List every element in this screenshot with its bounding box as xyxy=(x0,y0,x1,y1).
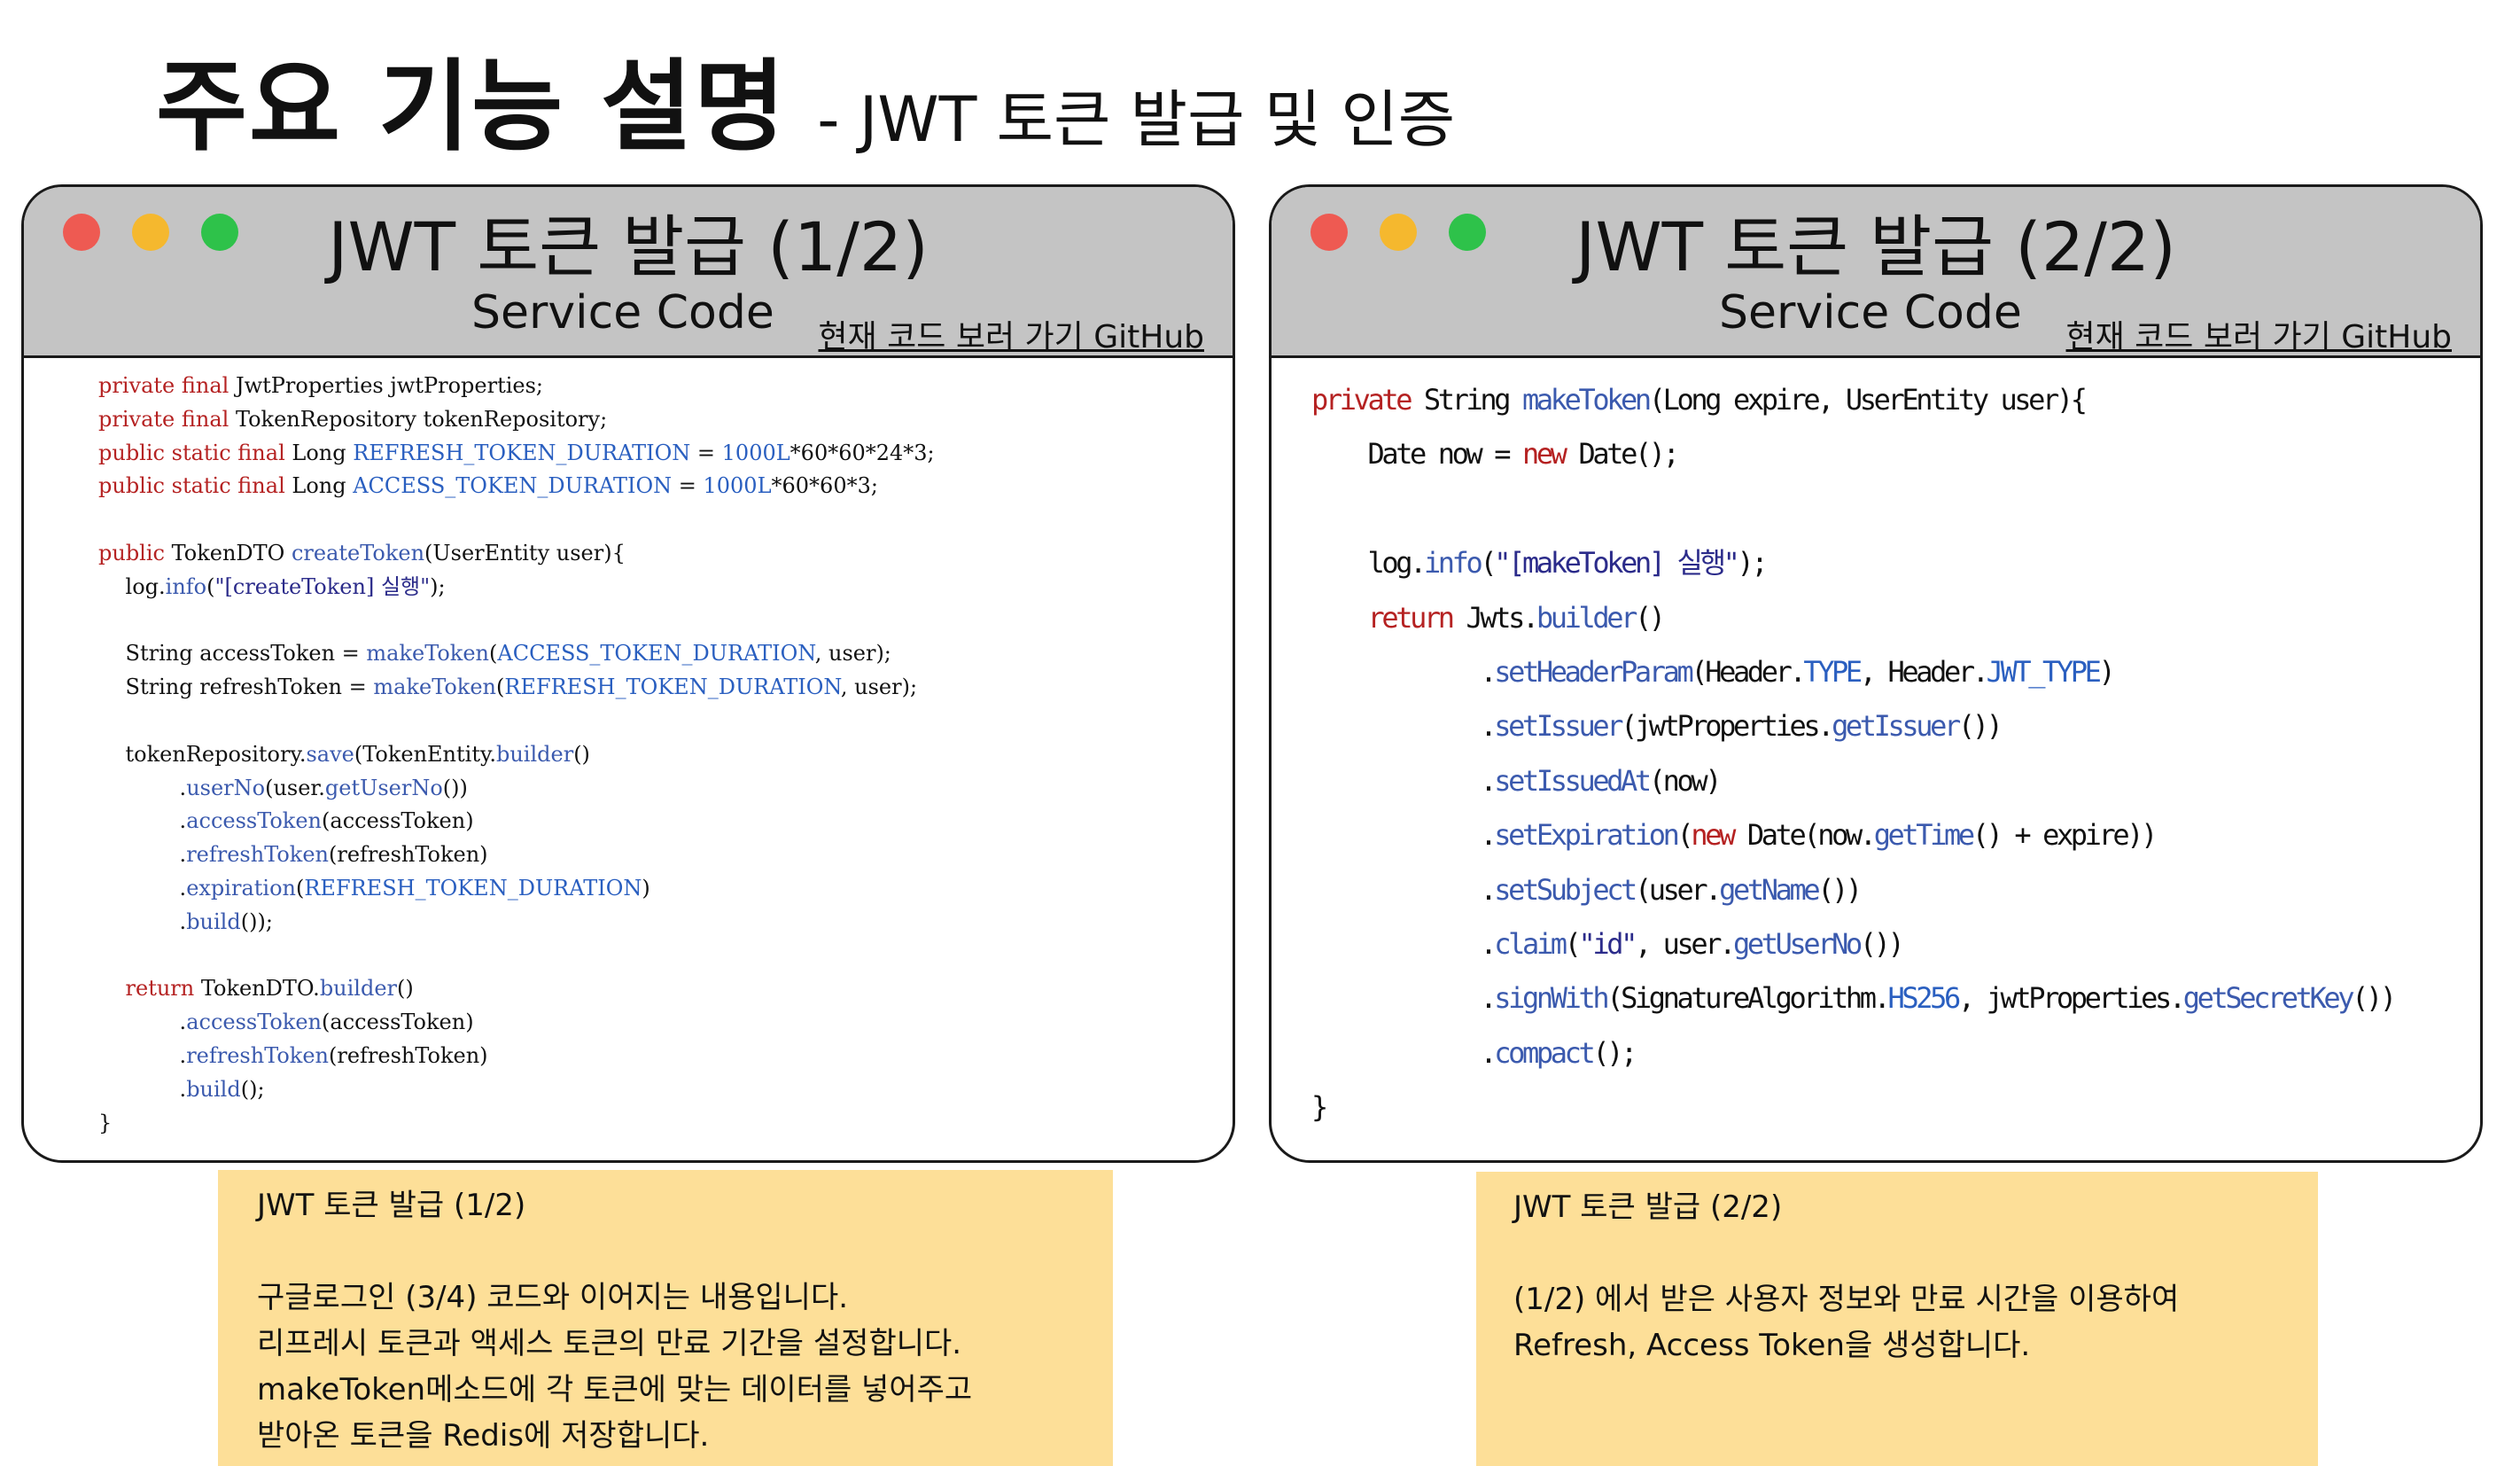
code-line: .accessToken(accessToken) xyxy=(98,808,474,834)
code-line: log.info("[createToken] 실행"); xyxy=(98,573,446,599)
code-line: .expiration(REFRESH_TOKEN_DURATION) xyxy=(98,875,650,901)
code-line: .build(); xyxy=(98,1076,265,1102)
window-titlebar: JWT 토큰 발급 (1/2) Service Code 현재 코드 보러 가기… xyxy=(24,187,1233,358)
note-line: 구글로그인 (3/4) 코드와 이어지는 내용입니다. xyxy=(257,1280,849,1315)
note-line: (1/2) 에서 받은 사용자 정보와 만료 시간을 이용하여 xyxy=(1513,1282,2180,1317)
code-line: return Jwts.builder() xyxy=(1367,600,1666,635)
slide-title-subtitle: - JWT 토큰 발급 및 인증 xyxy=(817,83,1456,156)
github-link[interactable]: 현재 코드 보러 가기 GitHub xyxy=(2066,311,2453,357)
code-block: private String makeToken(Long expire, Us… xyxy=(1272,361,2480,1160)
note-line: 리프레시 토큰과 액세스 토큰의 만료 기간을 설정합니다. xyxy=(257,1326,962,1361)
code-window-left: JWT 토큰 발급 (1/2) Service Code 현재 코드 보러 가기… xyxy=(21,184,1235,1163)
code-line: return TokenDTO.builder() xyxy=(125,976,414,1002)
note-box-right: JWT 토큰 발급 (2/2) (1/2) 에서 받은 사용자 정보와 만료 시… xyxy=(1476,1172,2318,1466)
code-line: public static final Long ACCESS_TOKEN_DU… xyxy=(98,473,878,499)
code-line: public static final Long REFRESH_TOKEN_D… xyxy=(98,440,935,465)
window-titlebar: JWT 토큰 발급 (2/2) Service Code 현재 코드 보러 가기… xyxy=(1272,187,2480,358)
code-line: ​ xyxy=(98,940,1233,973)
code-line: String refreshToken = makeToken(REFRESH_… xyxy=(98,675,918,700)
code-line: .setSubject(user.getName()) xyxy=(1311,872,1863,907)
code-window-right: JWT 토큰 발급 (2/2) Service Code 현재 코드 보러 가기… xyxy=(1269,184,2483,1163)
github-link[interactable]: 현재 코드 보러 가기 GitHub xyxy=(819,311,1205,357)
code-line: } xyxy=(1311,1090,1328,1125)
code-line: .refreshToken(refreshToken) xyxy=(98,1042,488,1068)
code-line: ​ xyxy=(98,604,1233,638)
code-line: log.info("[makeToken] 실행"); xyxy=(1311,546,1768,581)
code-line: .claim("id", user.getUserNo()) xyxy=(1311,927,1904,962)
note-line: Refresh, Access Token을 생성합니다. xyxy=(1513,1328,2031,1363)
code-line: .setHeaderParam(Header.TYPE, Header.JWT_… xyxy=(1311,655,2115,690)
code-line: ​ xyxy=(98,503,1233,537)
code-line: String accessToken = makeToken(ACCESS_TO… xyxy=(98,641,891,667)
note-line: makeToken메소드에 각 토큰에 맞는 데이터를 넣어주고 xyxy=(257,1372,973,1408)
code-line: .setIssuer(jwtProperties.getIssuer()) xyxy=(1311,709,2003,744)
code-line: .userNo(user.getUserNo()) xyxy=(98,775,468,800)
slide-title-main: 주요 기능 설명 xyxy=(156,50,788,165)
code-line: .setExpiration(new Date(now.getTime() + … xyxy=(1311,818,2158,853)
code-line: tokenRepository.save(TokenEntity.builder… xyxy=(98,741,590,767)
code-line: private String makeToken(Long expire, Us… xyxy=(1311,383,2088,417)
code-line: .setIssuedAt(now) xyxy=(1311,763,1722,798)
code-line: .build()); xyxy=(98,908,273,934)
slide-title: 주요 기능 설명 - JWT 토큰 발급 및 인증 xyxy=(156,27,1455,165)
window-title: JWT 토큰 발급 (2/2) xyxy=(1575,207,2176,286)
note-line: 받아온 토큰을 Redis에 저장합니다. xyxy=(257,1418,710,1454)
note-title: JWT 토큰 발급 (2/2) xyxy=(1513,1189,1783,1225)
code-line: private final JwtProperties jwtPropertie… xyxy=(98,373,544,398)
code-line: private final TokenRepository tokenRepos… xyxy=(98,406,608,432)
code-line: .compact(); xyxy=(1311,1035,1637,1070)
code-line: public TokenDTO createToken(UserEntity u… xyxy=(98,540,626,565)
code-line: } xyxy=(98,1110,113,1135)
note-title: JWT 토큰 발급 (1/2) xyxy=(257,1188,526,1223)
code-line: .refreshToken(refreshToken) xyxy=(98,842,488,868)
window-subtitle: Service Code xyxy=(471,286,774,339)
window-subtitle: Service Code xyxy=(1719,286,2022,339)
code-line: ​ xyxy=(98,705,1233,738)
code-line: ​ xyxy=(1311,482,2480,536)
note-box-left: JWT 토큰 발급 (1/2) 구글로그인 (3/4) 코드와 이어지는 내용입… xyxy=(218,1170,1113,1466)
code-line: .accessToken(accessToken) xyxy=(98,1010,474,1035)
code-line: .signWith(SignatureAlgorithm.HS256, jwtP… xyxy=(1311,981,2397,1016)
code-block: private final JwtProperties jwtPropertie… xyxy=(24,361,1233,1160)
code-line: Date now = new Date(); xyxy=(1311,437,1679,472)
window-title: JWT 토큰 발급 (1/2) xyxy=(328,207,929,286)
